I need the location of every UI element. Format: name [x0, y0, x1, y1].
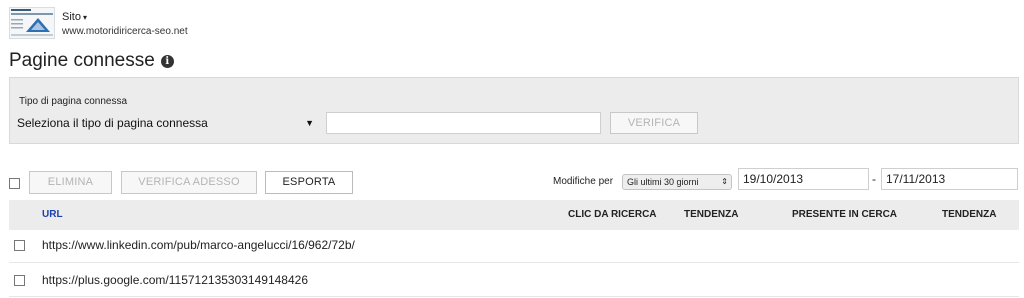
row-url-link[interactable]: https://www.linkedin.com/pub/marco-angel…	[42, 238, 355, 252]
changes-for-label: Modifiche per	[553, 176, 614, 187]
site-thumbnail	[9, 7, 55, 39]
column-header-trend-search[interactable]: TENDENZA	[942, 209, 996, 220]
connected-page-type-label: Tipo di pagina connessa	[19, 96, 128, 107]
date-from-input[interactable]: 19/10/2013	[738, 168, 869, 190]
connected-page-type-value: Seleziona il tipo di pagina connessa	[17, 116, 208, 130]
row-url-link[interactable]: https://plus.google.com/1157121353031491…	[42, 273, 308, 287]
connected-page-type-select[interactable]: Seleziona il tipo di pagina connessa ▼	[17, 113, 317, 133]
row-checkbox[interactable]	[14, 275, 25, 286]
row-checkbox[interactable]	[14, 240, 25, 251]
caret-down-icon: ▾	[82, 13, 87, 22]
period-value: Gli ultimi 30 giorni	[627, 177, 699, 187]
delete-button[interactable]: ELIMINA	[29, 171, 112, 194]
column-header-clicks[interactable]: CLIC DA RICERCA	[568, 209, 657, 220]
row-divider	[9, 262, 1019, 263]
updown-arrows-icon: ⇕	[721, 177, 728, 186]
page-title-text: Pagine connesse	[9, 50, 155, 71]
export-button[interactable]: ESPORTA	[265, 171, 353, 194]
dropdown-arrow-icon: ▼	[305, 118, 314, 128]
page-title: Pagine connesse i	[9, 50, 174, 72]
date-to-input[interactable]: 17/11/2013	[881, 168, 1018, 190]
column-header-in-search[interactable]: PRESENTE IN CERCA	[792, 209, 897, 220]
connected-page-url-input[interactable]	[326, 112, 601, 134]
select-all-checkbox[interactable]	[9, 178, 20, 189]
site-selector[interactable]: Sito ▾	[62, 11, 87, 23]
site-url: www.motoridiricerca-seo.net	[62, 26, 188, 37]
date-separator: -	[872, 172, 876, 186]
column-header-trend-clicks[interactable]: TENDENZA	[684, 209, 738, 220]
check-now-button[interactable]: VERIFICA ADESSO	[121, 171, 257, 194]
site-label: Sito	[62, 11, 81, 23]
row-divider	[9, 296, 1019, 297]
column-header-url[interactable]: URL	[42, 209, 63, 220]
info-icon[interactable]: i	[160, 55, 174, 68]
period-select[interactable]: Gli ultimi 30 giorni ⇕	[622, 174, 732, 190]
verify-button[interactable]: VERIFICA	[610, 112, 698, 134]
